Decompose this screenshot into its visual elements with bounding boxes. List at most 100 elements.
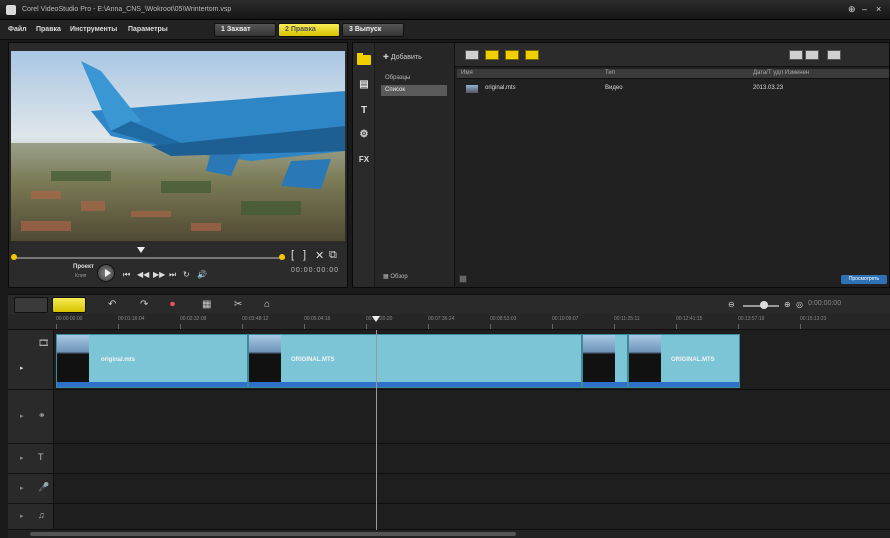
clip-thumbnail [583, 335, 615, 383]
transition-icon[interactable]: ⚙ [357, 129, 371, 141]
track-header-title[interactable]: ▸ T [8, 444, 54, 474]
list-view-icon[interactable] [789, 50, 803, 60]
redo-icon[interactable]: ↷ [140, 299, 148, 310]
overlay-track[interactable] [54, 390, 890, 444]
menu-bar: Файл Правка Инструменты Параметры 1 Захв… [0, 20, 890, 40]
ruler-label: 00:15:13:23 [800, 316, 827, 322]
window-title: Corel VideoStudio Pro - E:\Anna_CNS_\Wok… [22, 6, 232, 13]
storyboard-view-button[interactable] [14, 297, 48, 313]
scrollbar-thumb[interactable] [30, 532, 516, 536]
file-date: 2013.03.23 [753, 85, 784, 91]
timeline-playhead[interactable] [376, 330, 377, 530]
library-options-icon[interactable] [459, 275, 467, 283]
preview-scrubber[interactable] [13, 257, 285, 259]
tab-edit[interactable]: 2 Правка [278, 23, 340, 37]
scrubber-handle[interactable] [137, 247, 145, 253]
zoom-out-icon[interactable]: ⊖ [728, 300, 735, 309]
timeline-clip[interactable]: ORIGINAL.MTS [628, 334, 740, 388]
track-expand-icon[interactable]: ▸ [20, 364, 24, 372]
record-icon[interactable]: ⏺ [170, 299, 175, 310]
browse-button[interactable]: ▦ Обзор [383, 273, 408, 280]
timeline-clip[interactable] [582, 334, 628, 388]
tab-share[interactable]: 3 Выпуск [342, 23, 404, 37]
file-list-row[interactable]: original.mts Видео 2013.03.23 [457, 83, 889, 95]
clip-thumbnail [629, 335, 661, 383]
file-thumbnail [465, 84, 479, 94]
timeline-clip[interactable]: original.mts [56, 334, 248, 388]
library-file-pane: Имя Тип Дата/Т удл Изменен original.mts … [455, 43, 889, 287]
library-category-bar: ▤ T ⚙ FX [353, 43, 375, 287]
menu-tools[interactable]: Инструменты [70, 26, 117, 33]
trim-start-marker[interactable] [11, 254, 17, 260]
project-mode-label[interactable]: Проект [73, 264, 94, 270]
import-media-icon[interactable] [465, 50, 479, 60]
track-header-overlay[interactable]: ▸ ⚭ [8, 390, 54, 444]
fx-icon[interactable]: FX [357, 155, 371, 167]
split-clip-icon[interactable]: ✕ [315, 249, 324, 262]
menu-settings[interactable]: Параметры [128, 26, 168, 33]
ruler-label: 00:13:57:19 [738, 316, 765, 322]
show-videos-icon[interactable] [485, 50, 499, 60]
sort-options-icon[interactable] [827, 50, 841, 60]
fit-project-icon[interactable]: ◎ [796, 300, 803, 309]
timeline-ruler[interactable]: 00:00:00:00 00:01:16:04 00:02:32:08 00:0… [8, 314, 890, 330]
help-icon[interactable]: ⊕ [848, 4, 856, 15]
title-icon[interactable]: T [357, 105, 371, 117]
track-expand-icon[interactable]: ▸ [20, 484, 24, 492]
track-header-voice[interactable]: ▸ 🎤 [8, 474, 54, 504]
zoom-in-icon[interactable]: ⊕ [784, 300, 791, 309]
timeline-view-button[interactable] [52, 297, 86, 313]
show-audio-icon[interactable] [525, 50, 539, 60]
thumbnail-view-icon[interactable] [805, 50, 819, 60]
tab-capture[interactable]: 1 Захват [214, 23, 276, 37]
sound-mixer-icon[interactable]: ▦ [202, 299, 211, 310]
volume-icon[interactable]: 🔊 [197, 270, 207, 279]
next-frame-icon[interactable]: ▶▶ [153, 270, 165, 279]
column-type[interactable]: Тип [605, 70, 615, 76]
previous-frame-icon[interactable]: ◀◀ [137, 270, 149, 279]
add-folder-button[interactable]: ✚ Добавить [383, 53, 422, 61]
show-photos-icon[interactable] [505, 50, 519, 60]
repeat-icon[interactable]: ↻ [183, 270, 190, 279]
track-expand-icon[interactable]: ▸ [20, 454, 24, 462]
timeline-horizontal-scrollbar[interactable] [8, 530, 890, 538]
track-header-music[interactable]: ▸ ♫ [8, 504, 54, 530]
folder-samples[interactable]: Образцы [381, 73, 447, 84]
menu-file[interactable]: Файл [8, 26, 27, 33]
track-expand-icon[interactable]: ▸ [20, 512, 24, 520]
voice-track[interactable] [54, 474, 890, 504]
folder-list[interactable]: Список [381, 85, 447, 96]
clip-audio-bar [583, 382, 627, 387]
ruler-label: 00:10:09:07 [552, 316, 579, 322]
timeline-toolbar: ↶ ↷ ⏺ ▦ ✂ ⌂ ⊖ ⊕ ◎ 0:00:00:00 [8, 294, 890, 314]
zoom-slider-knob[interactable] [760, 301, 768, 309]
file-type: Видео [605, 85, 623, 91]
undo-icon[interactable]: ↶ [108, 299, 116, 310]
title-track[interactable] [54, 444, 890, 474]
motion-tracking-icon[interactable]: ⌂ [264, 299, 270, 310]
clip-mode-label[interactable]: Клип [75, 273, 86, 279]
close-button[interactable]: × [876, 4, 881, 14]
track-header-video[interactable]: ▸ 🎞 [8, 330, 54, 390]
menu-edit[interactable]: Правка [36, 26, 61, 33]
mark-in-button[interactable]: [ [291, 249, 294, 261]
go-to-start-icon[interactable]: ⏮ [123, 270, 130, 280]
minimize-button[interactable]: – [862, 4, 867, 14]
enlarge-preview-icon[interactable]: ⧉ [329, 249, 337, 262]
preview-timecode[interactable]: 00:00:00:00 [291, 267, 339, 274]
library-view-button[interactable]: Просмотреть [841, 275, 887, 284]
voice-track-icon: 🎤 [38, 482, 50, 492]
timeline-playhead-handle[interactable] [372, 316, 380, 322]
instant-project-icon[interactable]: ▤ [357, 79, 371, 91]
play-button[interactable] [97, 264, 115, 282]
trim-end-marker[interactable] [279, 254, 285, 260]
media-icon[interactable] [357, 53, 371, 65]
go-to-end-icon[interactable]: ⏭ [169, 270, 176, 280]
music-track[interactable] [54, 504, 890, 530]
track-expand-icon[interactable]: ▸ [20, 412, 24, 420]
timeline-clip[interactable]: ORIGINAL.MTS [248, 334, 582, 388]
auto-music-icon[interactable]: ✂ [234, 299, 242, 310]
mark-out-button[interactable]: ] [303, 249, 306, 261]
column-name[interactable]: Имя [461, 70, 473, 76]
column-date[interactable]: Дата/Т удл Изменен [753, 70, 809, 76]
